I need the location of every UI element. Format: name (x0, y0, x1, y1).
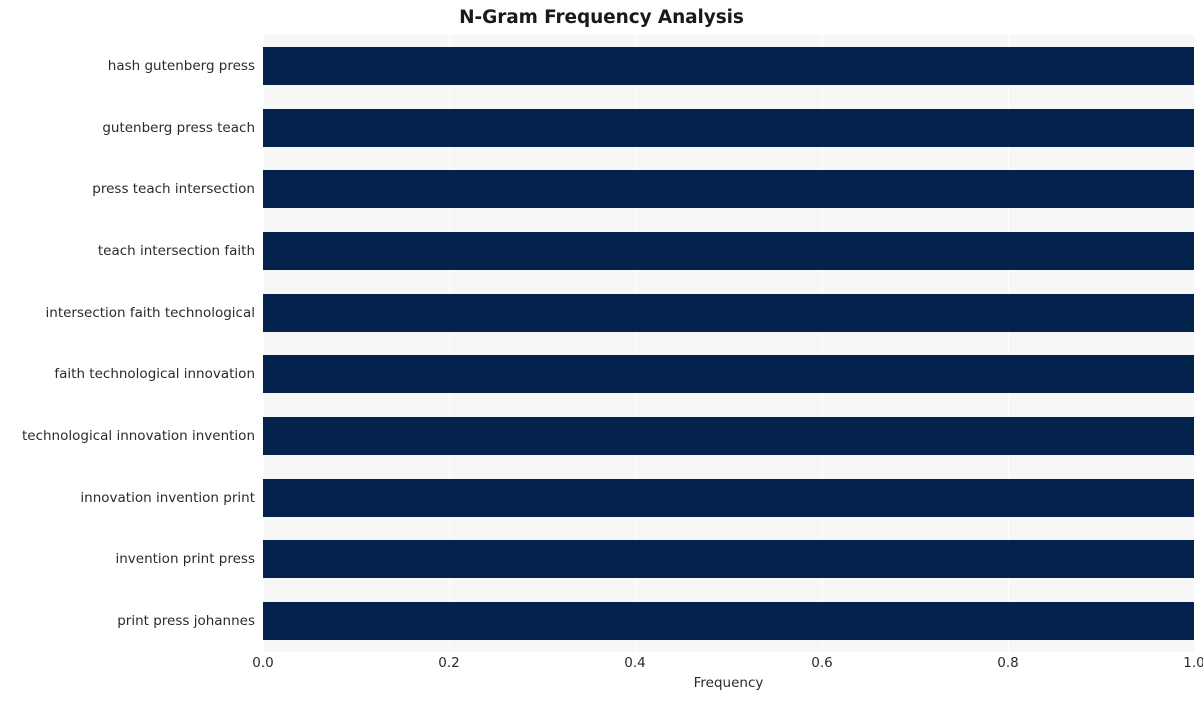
y-axis-tick-labels: hash gutenberg press gutenberg press teac… (0, 35, 255, 652)
bar (263, 108, 1194, 147)
bar (263, 355, 1194, 394)
y-axis-tick-label: invention print press (115, 551, 255, 568)
y-axis-tick-label: press teach intersection (92, 181, 255, 198)
bar (263, 170, 1194, 209)
bar (263, 602, 1194, 641)
bar (263, 478, 1194, 517)
y-axis-tick-label: gutenberg press teach (102, 119, 255, 136)
y-axis-tick-label: teach intersection faith (97, 242, 255, 259)
x-axis-tick-label: 0.2 (438, 655, 460, 671)
y-axis-tick-label: technological innovation invention (21, 428, 255, 445)
bar (263, 46, 1194, 85)
y-axis-tick-label: hash gutenberg press (107, 57, 255, 74)
y-axis-tick-label: print press johannes (117, 613, 255, 630)
bar (263, 231, 1194, 270)
x-axis-tick-label: 1.0 (1183, 655, 1203, 671)
y-axis-tick-label: innovation invention print (80, 489, 255, 506)
bar (263, 417, 1194, 456)
x-axis-tick-label: 0.0 (252, 655, 274, 671)
bar (263, 293, 1194, 332)
ngram-frequency-chart: N-Gram Frequency Analysis hash gutenberg… (0, 0, 1203, 701)
y-axis-tick-label: faith technological innovation (54, 366, 255, 383)
x-axis-tick-label: 0.6 (811, 655, 833, 671)
chart-title: N-Gram Frequency Analysis (459, 7, 744, 28)
plot-area (263, 35, 1194, 652)
x-axis-title: Frequency (693, 675, 764, 691)
y-axis-tick-label: intersection faith technological (45, 304, 255, 321)
x-axis-tick-labels: 0.0 0.2 0.4 0.6 0.8 1.0 (252, 655, 1203, 675)
bar (263, 540, 1194, 579)
x-axis-tick-label: 0.8 (997, 655, 1019, 671)
x-axis-tick-label: 0.4 (624, 655, 646, 671)
